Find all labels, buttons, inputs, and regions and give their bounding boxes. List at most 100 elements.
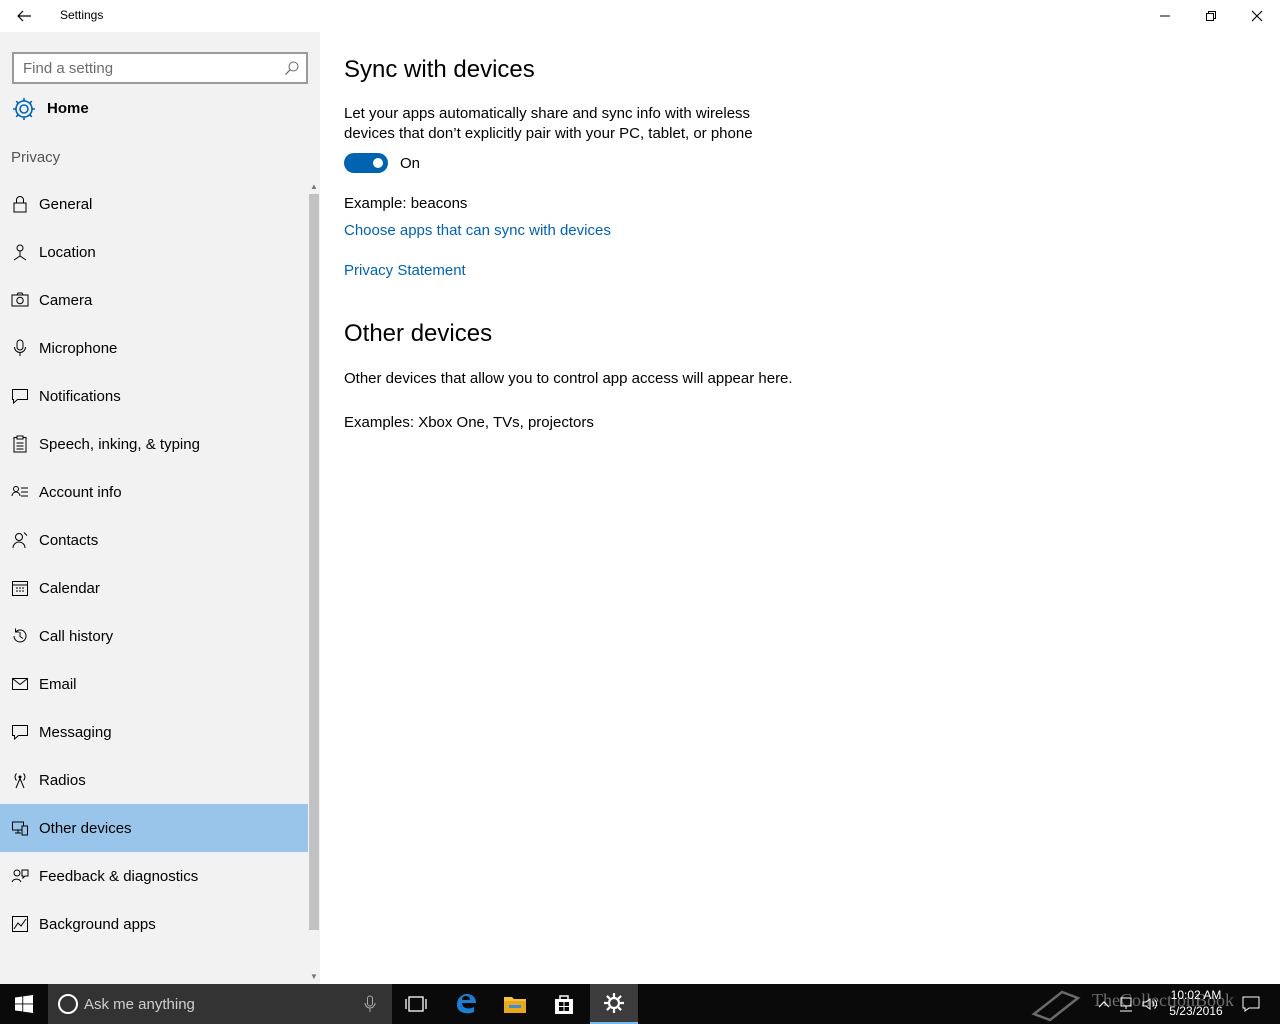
sidebar-item-account-info[interactable]: Account info [0,468,308,516]
sidebar-item-messaging[interactable]: Messaging [0,708,308,756]
gear-icon [604,993,624,1013]
sidebar-item-label: Notifications [39,388,121,405]
choose-apps-link[interactable]: Choose apps that can sync with devices [344,222,611,239]
volume-button[interactable] [1140,984,1160,1024]
sidebar-item-location[interactable]: Location [0,228,308,276]
sidebar-item-feedback[interactable]: Feedback & diagnostics [0,852,308,900]
privacy-statement-link[interactable]: Privacy Statement [344,262,466,279]
sidebar-item-label: Account info [39,484,122,501]
network-button[interactable] [1116,984,1136,1024]
taskbar: TheCollectionBook 10:02 AM 5/23/2016 [0,984,1280,1024]
cortana-icon [58,994,78,1014]
close-button[interactable] [1234,0,1280,32]
cortana-search-box[interactable] [48,984,392,1024]
settings-taskbar-button[interactable] [590,984,638,1024]
sidebar-item-speech[interactable]: Speech, inking, & typing [0,420,308,468]
devices-icon [12,821,28,836]
other-devices-description: Other devices that allow you to control … [344,370,793,387]
sync-example: Example: beacons [344,195,468,212]
contacts-icon [12,532,28,549]
network-icon [1120,997,1132,1012]
camera-icon [11,292,29,307]
sidebar-item-radios[interactable]: Radios [0,756,308,804]
show-hidden-icons-button[interactable] [1094,984,1114,1024]
sidebar-item-label: Speech, inking, & typing [39,436,200,453]
cortana-search-input[interactable] [84,994,364,1014]
sidebar-item-label: Call history [39,628,114,645]
clock[interactable]: 10:02 AM 5/23/2016 [1160,987,1232,1019]
sidebar-item-label: Location [39,244,96,261]
sidebar-item-camera[interactable]: Camera [0,276,308,324]
radio-tower-icon [14,773,26,789]
account-info-icon [11,486,28,497]
close-icon [1251,10,1263,22]
task-view-button[interactable] [392,984,440,1024]
history-icon [13,628,27,643]
sidebar-item-label: General [39,196,93,213]
windows-logo-icon [15,995,33,1013]
task-view-icon [405,996,427,1012]
sync-toggle[interactable] [344,153,388,173]
sidebar-item-microphone[interactable]: Microphone [0,324,308,372]
sidebar-item-call-history[interactable]: Call history [0,612,308,660]
chevron-up-icon [1098,1001,1110,1008]
store-bag-icon [555,995,573,1014]
notifications-icon [12,389,28,405]
sidebar-item-calendar[interactable]: Calendar [0,564,308,612]
action-center-icon [1242,996,1260,1012]
background-apps-icon [12,916,28,932]
back-button[interactable] [0,0,48,32]
lock-icon [13,196,27,213]
sidebar-item-background-apps[interactable]: Background apps [0,900,308,948]
sidebar-item-contacts[interactable]: Contacts [0,516,308,564]
microphone-icon [14,339,26,356]
scroll-up-arrow-icon[interactable]: ▲ [308,182,320,192]
sidebar-scrollbar[interactable]: ▲ ▼ [308,182,320,984]
sidebar-item-general[interactable]: General [0,180,308,228]
action-center-button[interactable] [1240,984,1262,1024]
home-nav-item[interactable]: Home [0,90,308,128]
location-icon [13,244,27,261]
toggle-state-label: On [400,155,421,172]
file-explorer-button[interactable] [491,984,539,1024]
scroll-thumb[interactable] [309,194,319,930]
sidebar-item-label: Email [39,676,77,693]
home-label: Home [47,100,89,117]
messaging-icon [12,725,28,741]
sidebar-item-label: Microphone [39,340,118,357]
other-devices-heading: Other devices [344,320,493,347]
sidebar-item-label: Messaging [39,724,112,741]
minimize-icon [1160,15,1170,17]
sidebar-item-other-devices[interactable]: Other devices [0,804,308,852]
toggle-knob [373,158,383,168]
volume-icon [1142,998,1157,1010]
feedback-icon [11,869,29,883]
main-content: Sync with devices Let your apps automati… [320,32,1280,984]
sidebar: Home Privacy General Location Camera Mic… [0,32,320,984]
sidebar-item-label: Camera [39,292,93,309]
calendar-icon [12,581,28,596]
search-icon[interactable] [284,60,300,81]
minimize-button[interactable] [1142,0,1188,32]
sidebar-item-label: Other devices [39,820,132,837]
microphone-icon[interactable] [364,995,376,1018]
sync-description: Let your apps automatically share and sy… [344,105,753,142]
back-arrow-icon [17,10,31,22]
sidebar-item-label: Radios [39,772,86,789]
title-bar: Settings [0,0,1280,32]
scroll-down-arrow-icon[interactable]: ▼ [308,972,320,982]
sidebar-item-label: Background apps [39,916,156,933]
search-input[interactable] [14,54,274,82]
sidebar-item-label: Calendar [39,580,100,597]
restore-button[interactable] [1188,0,1234,32]
sidebar-item-notifications[interactable]: Notifications [0,372,308,420]
store-button[interactable] [540,984,588,1024]
sidebar-item-email[interactable]: Email [0,660,308,708]
privacy-nav-list: General Location Camera Microphone Notif… [0,180,308,948]
gear-icon [11,96,37,127]
start-button[interactable] [0,984,48,1024]
clipboard-icon [13,435,27,453]
search-box [12,52,308,84]
section-label: Privacy [11,149,61,166]
edge-button[interactable] [442,984,490,1024]
